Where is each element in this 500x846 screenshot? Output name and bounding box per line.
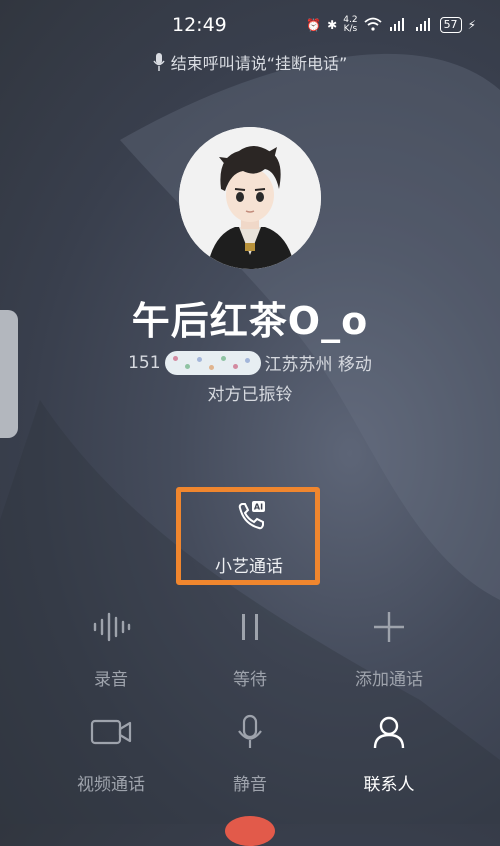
voice-hint-text: 结束呼叫请说“挂断电话” — [170, 54, 348, 73]
person-icon — [373, 716, 405, 749]
pause-icon — [242, 614, 258, 640]
phone-number-prefix: 151 — [128, 352, 161, 373]
masked-number — [164, 350, 261, 375]
bluetooth-icon: ✱ — [327, 18, 338, 32]
mute-button[interactable]: 静音 — [180, 710, 320, 795]
wifi-icon — [363, 17, 382, 34]
video-camera-icon — [90, 719, 132, 745]
clock-time: 12:49 — [172, 14, 227, 36]
signal-5g-icon — [414, 17, 434, 34]
background-wave — [0, 53, 500, 824]
end-call-button[interactable] — [225, 816, 275, 846]
battery-indicator: 57 — [439, 17, 462, 33]
video-call-label: 视频通话 — [77, 775, 145, 795]
network-speed: 4.2 K/s — [343, 15, 358, 34]
record-label: 录音 — [94, 670, 128, 690]
microphone-icon — [153, 53, 165, 71]
status-icons: ⏰ ✱ 4.2 K/s 57 ⚡ — [306, 16, 476, 34]
mute-label: 静音 — [233, 775, 267, 795]
microphone-icon — [238, 714, 262, 748]
record-button[interactable]: 录音 — [41, 605, 181, 690]
signal-4g-icon — [388, 17, 408, 34]
svg-text:AI: AI — [254, 503, 263, 512]
alarm-icon: ⏰ — [306, 18, 322, 32]
contact-number-row: 151 江苏苏州 移动 — [0, 350, 500, 375]
waveform-icon — [93, 612, 131, 642]
hold-label: 等待 — [233, 670, 267, 690]
ai-call-label[interactable]: 小艺通话 — [176, 552, 322, 577]
call-status: 对方已振铃 — [207, 385, 293, 405]
ai-phone-icon[interactable]: AI — [234, 500, 268, 534]
contacts-label: 联系人 — [363, 775, 415, 795]
add-call-button[interactable]: 添加通话 — [319, 605, 459, 690]
status-bar: 12:49 ⏰ ✱ 4.2 K/s 57 ⚡ — [0, 0, 500, 42]
contacts-button[interactable]: 联系人 — [319, 710, 459, 795]
hold-button[interactable]: 等待 — [180, 605, 320, 690]
voice-hint: 结束呼叫请说“挂断电话” — [0, 50, 500, 74]
add-call-label: 添加通话 — [355, 670, 423, 690]
contact-name: 午后红茶O_o — [131, 299, 369, 343]
video-call-button[interactable]: 视频通话 — [41, 710, 181, 795]
side-panel-handle[interactable] — [0, 310, 18, 438]
phone-location: 江苏苏州 移动 — [264, 355, 372, 375]
charging-icon: ⚡ — [467, 18, 476, 32]
contact-avatar — [179, 127, 321, 269]
plus-icon — [374, 612, 404, 642]
